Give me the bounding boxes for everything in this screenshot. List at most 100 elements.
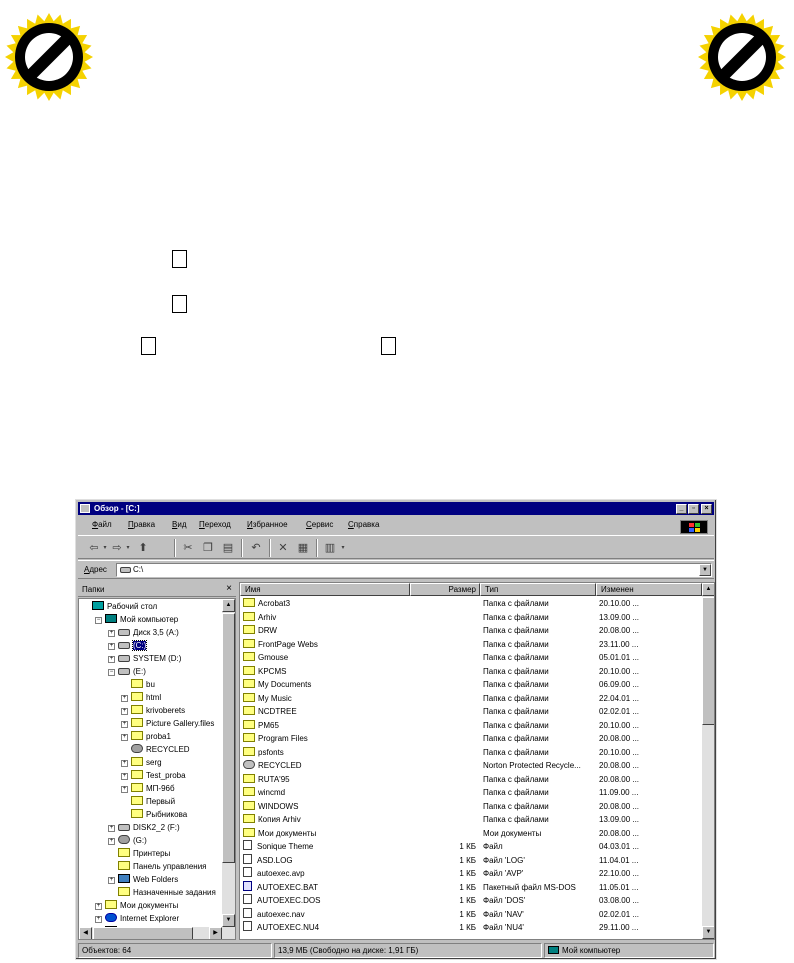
file-row[interactable]: NCDTREE Папка с файлами 02.02.01 ...: [240, 705, 702, 719]
tree-node[interactable]: + serg: [121, 756, 162, 769]
undo-icon[interactable]: ↶: [248, 541, 264, 555]
menu-help[interactable]: Справка: [348, 520, 379, 529]
menu-go[interactable]: Переход: [199, 520, 231, 529]
checkbox-4[interactable]: [381, 337, 396, 355]
expand-icon[interactable]: +: [121, 760, 128, 767]
file-row[interactable]: KPCMS Папка с файлами 20.10.00 ...: [240, 665, 702, 679]
menu-view[interactable]: Вид: [172, 520, 186, 529]
tree-horizontal-scrollbar[interactable]: ◀ ▶: [79, 927, 235, 939]
file-row[interactable]: Program Files Папка с файлами 20.08.00 ...: [240, 732, 702, 746]
hscroll-thumb[interactable]: [93, 927, 193, 939]
expand-icon[interactable]: +: [108, 630, 115, 637]
minimize-button[interactable]: _: [676, 504, 687, 514]
file-row[interactable]: RECYCLED Norton Protected Recycle... 20.08…: [240, 759, 702, 773]
expand-icon[interactable]: +: [95, 916, 102, 923]
tree-node[interactable]: Рыбникова: [121, 808, 187, 821]
forward-dropdown-icon[interactable]: ▾: [124, 541, 132, 555]
tree-node[interactable]: + МП-96б: [121, 782, 175, 795]
file-row[interactable]: WINDOWS Папка с файлами 20.08.00 ...: [240, 800, 702, 814]
scroll-left-button[interactable]: ◀: [79, 927, 92, 939]
back-dropdown-icon[interactable]: ▾: [101, 541, 109, 555]
file-list-vertical-scrollbar[interactable]: ▲ ▼: [702, 583, 714, 939]
tree-node[interactable]: Назначенные задания: [108, 886, 216, 899]
address-dropdown-button[interactable]: ▼: [699, 564, 711, 576]
file-row[interactable]: DRW Папка с файлами 20.08.00 ...: [240, 624, 702, 638]
tree-node[interactable]: + Web Folders: [108, 873, 178, 886]
views-icon[interactable]: ▥: [322, 541, 338, 555]
tree-node[interactable]: + html: [121, 691, 161, 704]
file-row[interactable]: autoexec.nav 1 КБ Файл 'NAV' 02.02.01 ...: [240, 907, 702, 922]
file-row[interactable]: FrontPage Webs Папка с файлами 23.11.00 ..…: [240, 638, 702, 652]
tree-node[interactable]: + DISK2_2 (F:): [108, 821, 180, 834]
tree-node[interactable]: + (C:): [108, 639, 148, 652]
expand-icon[interactable]: +: [121, 786, 128, 793]
scroll-down-button[interactable]: ▼: [222, 914, 235, 927]
maximize-button[interactable]: ▫: [688, 504, 699, 514]
tree-node[interactable]: Рабочий стол: [82, 600, 157, 613]
tree-node[interactable]: Принтеры: [108, 847, 170, 860]
up-folder-icon[interactable]: ⬆: [135, 541, 151, 555]
paste-icon[interactable]: ▤: [220, 541, 236, 555]
collapse-icon[interactable]: −: [95, 617, 102, 624]
file-row[interactable]: Gmouse Папка с файлами 05.01.01 ...: [240, 651, 702, 665]
tree-node[interactable]: + proba1: [121, 730, 171, 743]
scroll-down-button[interactable]: ▼: [702, 926, 714, 939]
file-row[interactable]: psfonts Папка с файлами 20.10.00 ...: [240, 746, 702, 760]
expand-icon[interactable]: +: [121, 708, 128, 715]
column-header-name[interactable]: Имя: [240, 583, 410, 596]
file-row[interactable]: Acrobat3 Папка с файлами 20.10.00 ...: [240, 597, 702, 611]
tree-node[interactable]: + Picture Gallery.files: [121, 717, 214, 730]
expand-icon[interactable]: +: [108, 825, 115, 832]
scroll-up-button[interactable]: ▲: [222, 599, 235, 612]
checkbox-2[interactable]: [172, 295, 187, 313]
copy-icon[interactable]: ❐: [200, 541, 216, 555]
expand-icon[interactable]: +: [108, 656, 115, 663]
tree-node[interactable]: RECYCLED: [121, 743, 190, 756]
menu-tools[interactable]: Сервис: [306, 520, 333, 529]
properties-icon[interactable]: ▦: [295, 541, 311, 555]
tree-vertical-scrollbar[interactable]: ▲ ▼: [222, 599, 235, 927]
menu-edit[interactable]: Правка: [128, 520, 155, 529]
tree-node[interactable]: + Internet Explorer: [95, 912, 179, 925]
menu-file[interactable]: Файл: [92, 520, 112, 529]
file-row[interactable]: autoexec.avp 1 КБ Файл 'AVP' 22.10.00 ...: [240, 867, 702, 881]
menu-favorites[interactable]: Избранное: [247, 520, 288, 529]
checkbox-1[interactable]: [172, 250, 187, 268]
file-row[interactable]: Мои документы Мои документы 20.08.00 ...: [240, 827, 702, 841]
scroll-thumb[interactable]: [702, 597, 714, 725]
expand-icon[interactable]: +: [108, 877, 115, 884]
title-bar[interactable]: Обзор - [C:] _ ▫ ×: [78, 502, 714, 515]
collapse-icon[interactable]: −: [108, 669, 115, 676]
expand-icon[interactable]: +: [121, 721, 128, 728]
column-header-modified[interactable]: Изменен: [596, 583, 702, 596]
file-row[interactable]: My Documents Папка с файлами 06.09.00 ...: [240, 678, 702, 692]
cut-icon[interactable]: ✂: [180, 541, 196, 555]
file-row[interactable]: AUTOEXEC.BAT 1 КБ Пакетный файл MS-DOS 11.0…: [240, 880, 702, 895]
tree-node[interactable]: + Мои документы: [95, 899, 178, 912]
checkbox-3[interactable]: [141, 337, 156, 355]
file-row[interactable]: wincmd Папка с файлами 11.09.00 ...: [240, 786, 702, 800]
tree-node[interactable]: + SYSTEM (D:): [108, 652, 181, 665]
tree-node[interactable]: Панель управления: [108, 860, 207, 873]
file-row[interactable]: ASD.LOG 1 КБ Файл 'LOG' 11.04.01 ...: [240, 853, 702, 868]
tree-node[interactable]: + (G:): [108, 834, 147, 847]
back-arrow-icon[interactable]: ⇦: [88, 541, 100, 555]
file-row[interactable]: AUTOEXEC.DOS 1 КБ Файл 'DOS' 03.08.00 ...: [240, 894, 702, 908]
file-row[interactable]: Arhiv Папка с файлами 13.09.00 ...: [240, 611, 702, 625]
expand-icon[interactable]: +: [95, 903, 102, 910]
forward-arrow-icon[interactable]: ⇨: [111, 541, 123, 555]
column-header-size[interactable]: Размер: [410, 583, 480, 596]
file-row[interactable]: AUTOEXEC.NU4 1 КБ Файл 'NU4' 29.11.00 ...: [240, 921, 702, 935]
expand-icon[interactable]: +: [121, 773, 128, 780]
scroll-thumb[interactable]: [222, 613, 235, 863]
file-row[interactable]: My Music Папка с файлами 22.04.01 ...: [240, 692, 702, 706]
tree-node[interactable]: + krivoberets: [121, 704, 185, 717]
views-dropdown-icon[interactable]: ▾: [339, 541, 347, 555]
tree-node[interactable]: + Test_proba: [121, 769, 186, 782]
folders-pane-close-icon[interactable]: ×: [226, 582, 232, 596]
file-row[interactable]: Sonique Theme 1 КБ Файл 04.03.01 ...: [240, 840, 702, 854]
column-header-type[interactable]: Тип: [480, 583, 596, 596]
scroll-up-button[interactable]: ▲: [702, 583, 714, 596]
scroll-right-button[interactable]: ▶: [209, 927, 222, 939]
file-row[interactable]: PM65 Папка с файлами 20.10.00 ...: [240, 719, 702, 733]
